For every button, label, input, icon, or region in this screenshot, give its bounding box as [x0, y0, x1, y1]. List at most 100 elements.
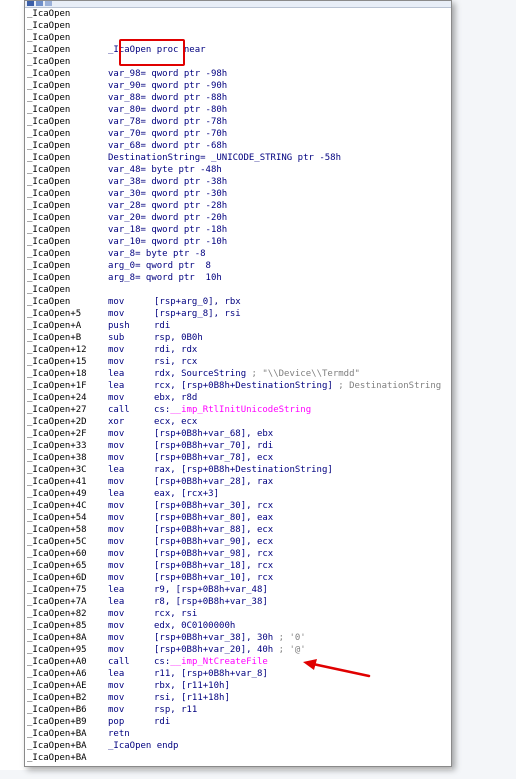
code-line[interactable]: _IcaOpen var_70= qword ptr -70h: [27, 128, 451, 140]
operands: [rsp+arg_8], rsi: [154, 308, 241, 320]
address-label: _IcaOpen+82: [27, 609, 87, 619]
code-line[interactable]: _IcaOpen+5 mov [rsp+arg_8], rsi: [27, 308, 451, 320]
declaration: var_78= dword ptr -78h: [108, 117, 228, 127]
code-line[interactable]: _IcaOpen+B9 pop rdi: [27, 716, 451, 728]
code-line[interactable]: _IcaOpen+54 mov [rsp+0B8h+var_80], eax: [27, 512, 451, 524]
code-line[interactable]: _IcaOpen+60 mov [rsp+0B8h+var_98], rcx: [27, 548, 451, 560]
operands: [rsp+0B8h+var_68], ebx: [154, 428, 273, 440]
code-line[interactable]: _IcaOpen var_98= qword ptr -98h: [27, 68, 451, 80]
code-line[interactable]: _IcaOpen+5C mov [rsp+0B8h+var_90], ecx: [27, 536, 451, 548]
text-view-icon[interactable]: [45, 1, 52, 6]
operand-text: [rsp+0B8h+var_78], ecx: [154, 453, 274, 463]
code-line[interactable]: _IcaOpen: [27, 284, 451, 296]
disassembly-listing[interactable]: _IcaOpen _IcaOpen _IcaOpen _IcaOpen _IcaOpen…: [27, 8, 451, 764]
disassembly-window[interactable]: _IcaOpen _IcaOpen _IcaOpen _IcaOpen _IcaOpen…: [24, 0, 452, 767]
code-line[interactable]: _IcaOpen+8A mov [rsp+0B8h+var_38], 30h ; '…: [27, 632, 451, 644]
code-line[interactable]: _IcaOpen var_8= byte ptr -8: [27, 248, 451, 260]
code-line[interactable]: _IcaOpen: [27, 20, 451, 32]
address-label: _IcaOpen+65: [27, 561, 87, 571]
code-line[interactable]: _IcaOpen+12 mov rdi, rdx: [27, 344, 451, 356]
code-line[interactable]: _IcaOpen var_28= qword ptr -28h: [27, 200, 451, 212]
code-line[interactable]: _IcaOpen mov [rsp+arg_0], rbx: [27, 296, 451, 308]
mnemonic: mov: [108, 573, 125, 583]
code-line[interactable]: _IcaOpen+75 lea r9, [rsp+0B8h+var_48]: [27, 584, 451, 596]
address-label: _IcaOpen: [27, 9, 71, 19]
code-line[interactable]: _IcaOpen var_88= dword ptr -88h: [27, 92, 451, 104]
mnemonic: mov: [108, 561, 125, 571]
code-line[interactable]: _IcaOpen arg_8= qword ptr 10h: [27, 272, 451, 284]
operands: rsi, [r11+18h]: [154, 692, 230, 704]
code-line[interactable]: _IcaOpen var_90= qword ptr -90h: [27, 80, 451, 92]
code-line[interactable]: _IcaOpen+95 mov [rsp+0B8h+var_20], 40h ; '…: [27, 644, 451, 656]
code-line[interactable]: _IcaOpen var_80= dword ptr -80h: [27, 104, 451, 116]
code-line[interactable]: _IcaOpen+4C mov [rsp+0B8h+var_30], rcx: [27, 500, 451, 512]
code-line[interactable]: _IcaOpen var_48= byte ptr -48h: [27, 164, 451, 176]
code-line[interactable]: _IcaOpen+BA retn: [27, 728, 451, 740]
code-line[interactable]: _IcaOpen var_20= dword ptr -20h: [27, 212, 451, 224]
code-line[interactable]: _IcaOpen+1F lea rcx, [rsp+0B8h+Destination…: [27, 380, 451, 392]
code-line[interactable]: _IcaOpen var_68= dword ptr -68h: [27, 140, 451, 152]
code-line[interactable]: _IcaOpen: [27, 8, 451, 20]
code-line[interactable]: _IcaOpen+33 mov [rsp+0B8h+var_70], rdi: [27, 440, 451, 452]
declaration: _IcaOpen endp: [108, 741, 179, 751]
code-line[interactable]: _IcaOpen+3C lea rax, [rsp+0B8h+Destination…: [27, 464, 451, 476]
address-label: _IcaOpen: [27, 129, 71, 139]
import-symbol[interactable]: __imp_RtlInitUnicodeString: [170, 405, 311, 415]
code-line[interactable]: _IcaOpen var_78= dword ptr -78h: [27, 116, 451, 128]
operands: r8, [rsp+0B8h+var_38]: [154, 596, 268, 608]
code-line[interactable]: _IcaOpen+41 mov [rsp+0B8h+var_28], rax: [27, 476, 451, 488]
code-line[interactable]: _IcaOpen arg_0= qword ptr 8: [27, 260, 451, 272]
code-line[interactable]: _IcaOpen+38 mov [rsp+0B8h+var_78], ecx: [27, 452, 451, 464]
address-label: _IcaOpen+B2: [27, 693, 87, 703]
code-line[interactable]: _IcaOpen+49 lea eax, [rcx+3]: [27, 488, 451, 500]
code-line[interactable]: _IcaOpen+B sub rsp, 0B0h: [27, 332, 451, 344]
address-label: _IcaOpen: [27, 177, 71, 187]
mnemonic: mov: [108, 357, 125, 367]
operand-text: [rsp+0B8h+var_30], rcx: [154, 501, 274, 511]
code-line[interactable]: _IcaOpen+85 mov edx, 0C0100000h: [27, 620, 451, 632]
code-line[interactable]: _IcaOpen+AE mov rbx, [r11+10h]: [27, 680, 451, 692]
code-line[interactable]: _IcaOpen+BA: [27, 752, 451, 764]
operands: cs:__imp_NtCreateFile: [154, 656, 268, 668]
code-line[interactable]: _IcaOpen+BA _IcaOpen endp: [27, 740, 451, 752]
code-line[interactable]: _IcaOpen+B6 mov rsp, r11: [27, 704, 451, 716]
graph-icon[interactable]: [36, 1, 43, 6]
code-line[interactable]: _IcaOpen+27 call cs:__imp_RtlInitUnicodeSt…: [27, 404, 451, 416]
declaration: var_88= dword ptr -88h: [108, 93, 228, 103]
address-label: _IcaOpen+AE: [27, 681, 87, 691]
code-line[interactable]: _IcaOpen+24 mov ebx, r8d: [27, 392, 451, 404]
operand-text: rsp, 0B0h: [154, 333, 203, 343]
code-line[interactable]: _IcaOpen+58 mov [rsp+0B8h+var_88], ecx: [27, 524, 451, 536]
code-line[interactable]: _IcaOpen+18 lea rdx, SourceString ; "\\Dev…: [27, 368, 451, 380]
import-symbol[interactable]: __imp_NtCreateFile: [170, 657, 268, 667]
code-line[interactable]: _IcaOpen+2D xor ecx, ecx: [27, 416, 451, 428]
code-line[interactable]: _IcaOpen+6D mov [rsp+0B8h+var_10], rcx: [27, 572, 451, 584]
declaration: DestinationString= _UNICODE_STRING ptr -…: [108, 153, 341, 163]
address-label: _IcaOpen+49: [27, 489, 87, 499]
mnemonic: mov: [108, 537, 125, 547]
code-line[interactable]: _IcaOpen+2F mov [rsp+0B8h+var_68], ebx: [27, 428, 451, 440]
code-line[interactable]: _IcaOpen+A0 call cs:__imp_NtCreateFile: [27, 656, 451, 668]
code-line[interactable]: _IcaOpen+A6 lea r11, [rsp+0B8h+var_8]: [27, 668, 451, 680]
operand-text: [rsp+arg_0], rbx: [154, 297, 241, 307]
code-line[interactable]: _IcaOpen+A push rdi: [27, 320, 451, 332]
code-line[interactable]: _IcaOpen var_18= qword ptr -18h: [27, 224, 451, 236]
code-line[interactable]: _IcaOpen+82 mov rcx, rsi: [27, 608, 451, 620]
window-titlebar[interactable]: [25, 1, 451, 8]
mnemonic: mov: [108, 549, 125, 559]
operands: rsi, rcx: [154, 356, 197, 368]
code-line[interactable]: _IcaOpen: [27, 32, 451, 44]
code-line[interactable]: _IcaOpen+65 mov [rsp+0B8h+var_18], rcx: [27, 560, 451, 572]
operands: ebx, r8d: [154, 392, 197, 404]
code-line[interactable]: _IcaOpen var_38= dword ptr -38h: [27, 176, 451, 188]
code-line[interactable]: _IcaOpen+7A lea r8, [rsp+0B8h+var_38]: [27, 596, 451, 608]
code-line[interactable]: _IcaOpen DestinationString= _UNICODE_STRI…: [27, 152, 451, 164]
operand-text: [rsp+0B8h+var_28], rax: [154, 477, 274, 487]
code-line[interactable]: _IcaOpen+B2 mov rsi, [r11+18h]: [27, 692, 451, 704]
operands: rcx, rsi: [154, 608, 197, 620]
code-line[interactable]: _IcaOpen _IcaOpen proc near: [27, 44, 451, 56]
code-line[interactable]: _IcaOpen var_30= qword ptr -30h: [27, 188, 451, 200]
code-line[interactable]: _IcaOpen+15 mov rsi, rcx: [27, 356, 451, 368]
code-line[interactable]: _IcaOpen var_10= qword ptr -10h: [27, 236, 451, 248]
code-line[interactable]: _IcaOpen: [27, 56, 451, 68]
